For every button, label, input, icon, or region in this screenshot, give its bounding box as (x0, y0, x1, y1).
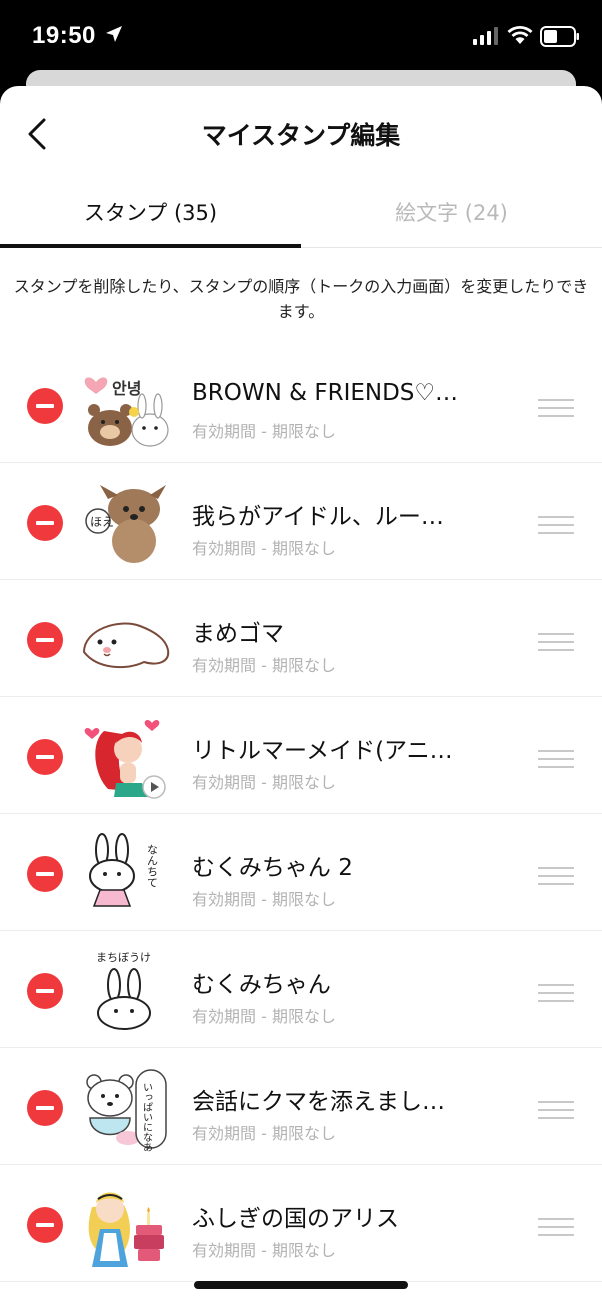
sticker-expiry: 有効期間 - 期限なし (192, 1124, 336, 1143)
drag-handle-icon[interactable] (538, 515, 574, 535)
puppy-photo-sticker-icon: ほえ (85, 485, 166, 563)
list-item: ほえ 我らがアイドル、ルー… 有効期間 - 期限なし (0, 463, 602, 580)
alice-sticker-icon (88, 1192, 164, 1267)
status-bar: 19:50 (0, 0, 602, 70)
sticker-title: ふしぎの国のアリス (192, 1206, 399, 1232)
rabbit-sticker-icon: まちぼうけ (96, 951, 151, 1030)
tab-active-indicator (0, 244, 301, 248)
delete-button[interactable] (27, 973, 63, 1009)
sticker-title: リトルマーメイド(アニ… (192, 738, 453, 764)
list-item: リトルマーメイド(アニ… 有効期間 - 期限なし (0, 697, 602, 814)
delete-button[interactable] (27, 739, 63, 775)
sticker-title: 会話にクマを添えまし… (192, 1089, 445, 1115)
mermaid-sticker-icon (84, 719, 166, 799)
sticker-title: BROWN & FRIENDS♡… (192, 380, 459, 406)
modal-sheet: マイスタンプ編集 スタンプ (35) 絵文字 (24) スタンプを削除したり、ス… (0, 86, 602, 1303)
drag-handle-icon[interactable] (538, 866, 574, 886)
status-time: 19:50 (32, 22, 96, 49)
delete-button[interactable] (27, 505, 63, 541)
sticker-text: いっぱいになあえ (141, 1082, 153, 1152)
drag-handle-icon[interactable] (538, 398, 574, 418)
sticker-expiry: 有効期間 - 期限なし (192, 1241, 336, 1260)
sticker-expiry: 有効期間 - 期限なし (192, 422, 336, 441)
list-item: なんちて むくみちゃん 2 有効期間 - 期限なし (0, 814, 602, 931)
delete-button[interactable] (27, 856, 63, 892)
wifi-icon (507, 25, 533, 44)
tab-bar: スタンプ (35) 絵文字 (24) (0, 186, 602, 248)
tab-emoji[interactable]: 絵文字 (24) (301, 186, 602, 248)
sticker-text: まちぼうけ (96, 951, 151, 964)
battery-icon (540, 26, 579, 47)
delete-button[interactable] (27, 1090, 63, 1126)
drag-handle-icon[interactable] (538, 983, 574, 1003)
brown-cony-sticker-icon: 안녕 (84, 377, 169, 447)
sticker-expiry: 有効期間 - 期限なし (192, 539, 336, 558)
white-bear-sticker-icon: いっぱいになあえ (86, 1069, 167, 1152)
drag-handle-icon[interactable] (538, 632, 574, 652)
sticker-title: むくみちゃん (192, 972, 331, 998)
sticker-title: 我らがアイドル、ルー… (192, 504, 444, 530)
signal-icon (473, 27, 498, 45)
rabbit-dress-sticker-icon: なんちて (89, 833, 159, 907)
sticker-expiry: 有効期間 - 期限なし (192, 656, 336, 675)
delete-button[interactable] (27, 388, 63, 424)
seal-sticker-icon (82, 622, 170, 669)
sticker-expiry: 有効期間 - 期限なし (192, 1007, 336, 1026)
sticker-text: なんちて (146, 844, 159, 888)
drag-handle-icon[interactable] (538, 1217, 574, 1237)
home-indicator[interactable] (194, 1281, 408, 1289)
sticker-title: むくみちゃん 2 (192, 855, 353, 881)
delete-button[interactable] (27, 1207, 63, 1243)
sticker-text: ほえ (90, 515, 114, 529)
sticker-list: 안녕 BROWN & FRIENDS♡… 有効期間 - 期限なし ほえ 我らがア… (0, 346, 602, 1282)
list-item: ふしぎの国のアリス 有効期間 - 期限なし (0, 1165, 602, 1282)
list-item: まちぼうけ むくみちゃん 有効期間 - 期限なし (0, 931, 602, 1048)
list-item: まめゴマ 有効期間 - 期限なし (0, 580, 602, 697)
tab-stamps[interactable]: スタンプ (35) (0, 186, 301, 248)
drag-handle-icon[interactable] (538, 1100, 574, 1120)
location-arrow-icon (106, 26, 122, 42)
sticker-title: まめゴマ (192, 621, 284, 647)
delete-button[interactable] (27, 622, 63, 658)
sticker-expiry: 有効期間 - 期限なし (192, 890, 336, 909)
page-title: マイスタンプ編集 (201, 121, 401, 150)
sticker-text: 안녕 (112, 379, 141, 398)
list-item: 안녕 BROWN & FRIENDS♡… 有効期間 - 期限なし (0, 346, 602, 463)
description-text: スタンプを削除したり、スタンプの順序（トークの入力画面）を変更したりできます。 (13, 277, 589, 321)
sticker-expiry: 有効期間 - 期限なし (192, 773, 336, 792)
drag-handle-icon[interactable] (538, 749, 574, 769)
list-item: いっぱいになあえ 会話にクマを添えまし… 有効期間 - 期限なし (0, 1048, 602, 1165)
